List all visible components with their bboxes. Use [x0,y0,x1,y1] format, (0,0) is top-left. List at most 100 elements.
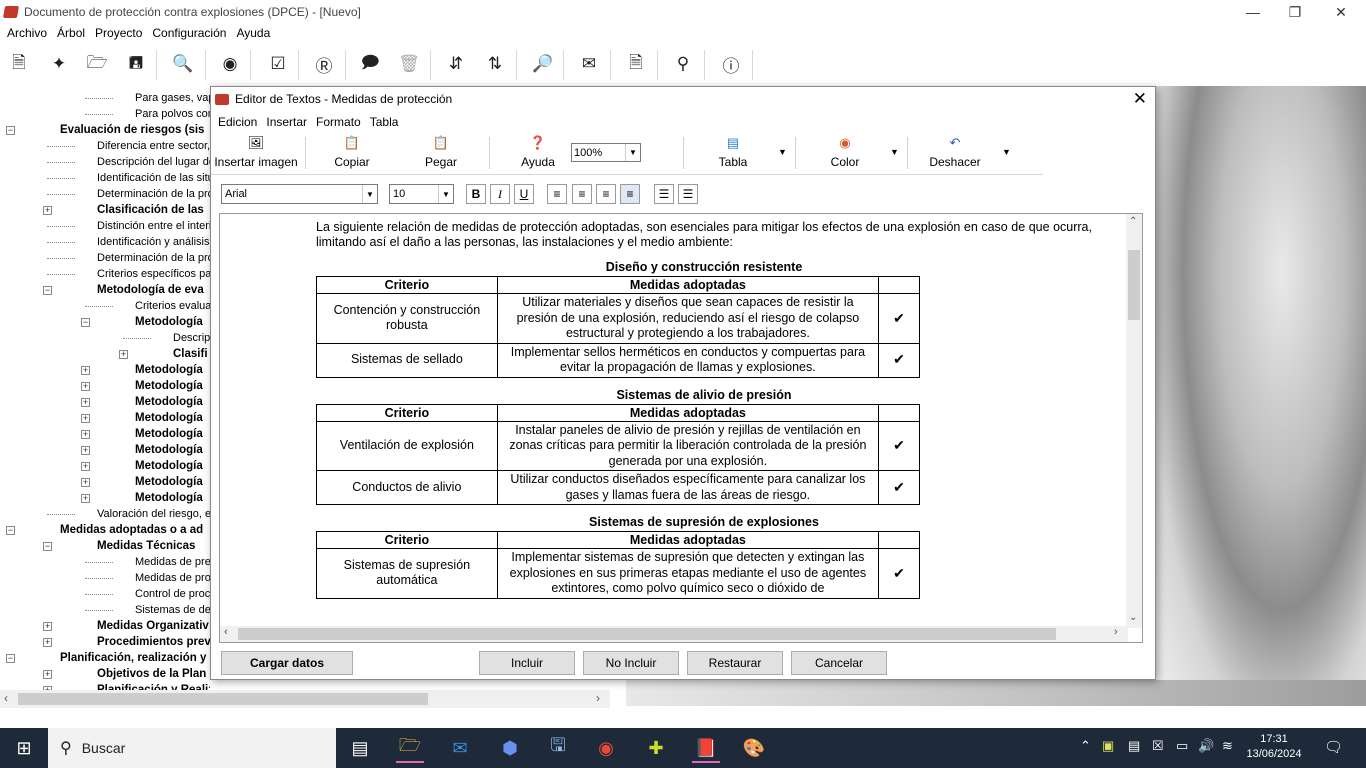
color-dropdown-icon[interactable]: ▼ [890,147,899,157]
editor-vertical-scrollbar[interactable]: ⌃ ⌄ [1126,214,1142,628]
help-icon[interactable]: ⓘ [716,50,746,78]
bold-button[interactable]: B [466,184,486,204]
tree-item[interactable]: Metodología [135,426,203,442]
tree-item[interactable]: Metodología [135,474,203,490]
table-button[interactable]: ▤ Tabla [705,135,761,173]
save-icon[interactable]: 🖪 [121,50,151,78]
bullet-list-icon[interactable]: ☰ [678,184,698,204]
sort-ascending-icon[interactable]: ⇵ [441,50,471,78]
not-include-button[interactable]: No Incluir [583,651,679,675]
windows-start-icon[interactable]: ⊞ [0,728,48,768]
restore-button[interactable]: ❐ [1272,0,1318,24]
file-explorer-icon[interactable]: 🗁 [394,733,426,763]
criterio-cell[interactable]: Ventilación de explosión [316,420,498,471]
chrome-icon[interactable]: ◉ [590,733,622,763]
tree-item[interactable]: Para gases, vapores o n [135,90,210,106]
chevron-down-icon[interactable]: ▼ [625,144,640,161]
collapse-icon[interactable]: − [6,654,15,663]
check-icon[interactable]: ✔ [878,470,920,505]
expand-icon[interactable]: + [81,382,90,391]
tree-item[interactable]: Medidas adoptadas o a ad [60,522,203,538]
medida-cell[interactable]: Utilizar conductos diseñados específicam… [496,470,880,505]
collapse-icon[interactable]: − [43,286,52,295]
expand-icon[interactable]: + [43,670,52,679]
insert-image-button[interactable]: 🖼 Insertar imagen [213,135,299,173]
medida-cell[interactable]: Implementar sistemas de supresión que de… [496,548,880,599]
table-row[interactable]: Contención y construcción robusta Utiliza… [316,293,920,344]
collapse-icon[interactable]: − [6,126,15,135]
expand-icon[interactable]: + [81,462,90,471]
notifications-icon[interactable]: 🗨 [1324,738,1343,756]
new-document-icon[interactable]: 🗎 [4,50,34,78]
tree-item[interactable]: Determinación de la pro [97,186,210,202]
tray-monitor-icon[interactable]: ▤ [1128,738,1140,754]
tree-item[interactable]: Criterios evalua [135,298,210,314]
chevron-down-icon[interactable]: ▼ [362,185,377,203]
undo-dropdown-icon[interactable]: ▼ [1002,147,1011,157]
expand-icon[interactable]: + [81,414,90,423]
menu-proyecto[interactable]: Proyecto [95,26,142,40]
tree-item[interactable]: Planificación y Realización [97,682,210,690]
underline-button[interactable]: U [514,184,534,204]
tree-item[interactable]: Metodología [135,410,203,426]
criterio-cell[interactable]: Sistemas de supresión automática [316,548,498,599]
text-editor-area[interactable]: La siguiente relación de medidas de prot… [219,213,1143,643]
chevron-down-icon[interactable]: ▼ [438,185,453,203]
scroll-left-icon[interactable]: ‹ [4,691,8,705]
expand-icon[interactable]: + [43,206,52,215]
expand-icon[interactable]: + [43,622,52,631]
menu-formato[interactable]: Formato [316,115,361,129]
scroll-left-icon[interactable]: ‹ [224,626,228,638]
tree-item[interactable]: Medidas de pre [135,554,210,570]
location-pin-icon[interactable]: ⚲ [668,50,698,78]
tree-item[interactable]: Diferencia entre sector, [97,138,210,154]
cancel-button[interactable]: Cancelar [791,651,887,675]
network-off-icon[interactable]: ☒ [1152,738,1164,754]
binoculars-icon[interactable]: ◉ [215,50,245,78]
copilot-icon[interactable]: ⬢ [494,733,526,763]
measures-table[interactable]: Criterio Medidas adoptadas Sistemas de sup… [316,531,920,599]
table-row[interactable]: Sistemas de supresión automática Implemen… [316,548,920,599]
search-document-icon[interactable]: 🔎 [528,50,558,78]
document-content[interactable]: La siguiente relación de medidas de prot… [316,220,1092,599]
font-size-select[interactable]: 10 ▼ [389,184,454,204]
expand-icon[interactable]: + [81,398,90,407]
tree-item[interactable]: Criterios específicos par [97,266,210,282]
criterio-cell[interactable]: Contención y construcción robusta [316,293,498,344]
expand-icon[interactable]: + [81,430,90,439]
tree-item[interactable]: Planificación, realización y [60,650,206,666]
load-data-button[interactable]: Cargar datos [221,651,353,675]
expand-icon[interactable]: + [119,350,128,359]
tree-item[interactable]: Metodología [135,378,203,394]
check-icon[interactable]: ✔ [878,548,920,599]
expand-icon[interactable]: + [81,478,90,487]
menu-configuracion[interactable]: Configuración [152,26,226,40]
paint-icon[interactable]: 🎨 [738,733,770,763]
scroll-right-icon[interactable]: › [596,691,600,705]
clock[interactable]: 17:31 13/06/2024 [1244,732,1304,762]
menu-edicion[interactable]: Edicion [218,115,257,129]
align-right-icon[interactable]: ≡ [572,184,592,204]
tree-item[interactable]: Determinación de la pro [97,250,210,266]
menu-arbol[interactable]: Árbol [57,26,85,40]
criterio-cell[interactable]: Sistemas de sellado [316,342,498,378]
tree-item[interactable]: Control de proc [135,586,210,602]
chevron-down-icon[interactable]: ⌄ [1129,612,1137,623]
tree-horizontal-scrollbar[interactable]: ‹ › [0,690,610,708]
expand-icon[interactable]: + [81,366,90,375]
task-view-icon[interactable]: ▤ [344,733,376,763]
undo-button[interactable]: ↶ Deshacer [923,135,987,173]
close-button[interactable]: ✕ [1318,0,1364,24]
zoom-input[interactable] [572,146,622,159]
include-button[interactable]: Incluir [479,651,575,675]
tree-item[interactable]: Medidas de pro [135,570,210,586]
table-row[interactable]: Sistemas de sellado Implementar sellos he… [316,342,920,378]
close-icon[interactable]: ✕ [1133,89,1147,109]
menu-insertar[interactable]: Insertar [266,115,307,129]
tree-item[interactable]: Valoración del riesgo, e [97,506,210,522]
checklist-icon[interactable]: ☑ [263,50,293,78]
network-app-icon[interactable]: 🖫 [542,733,574,763]
r-report-icon[interactable]: Ⓡ [309,50,339,78]
wifi-icon[interactable]: ≋ [1222,738,1233,754]
criterio-cell[interactable]: Conductos de alivio [316,470,498,505]
